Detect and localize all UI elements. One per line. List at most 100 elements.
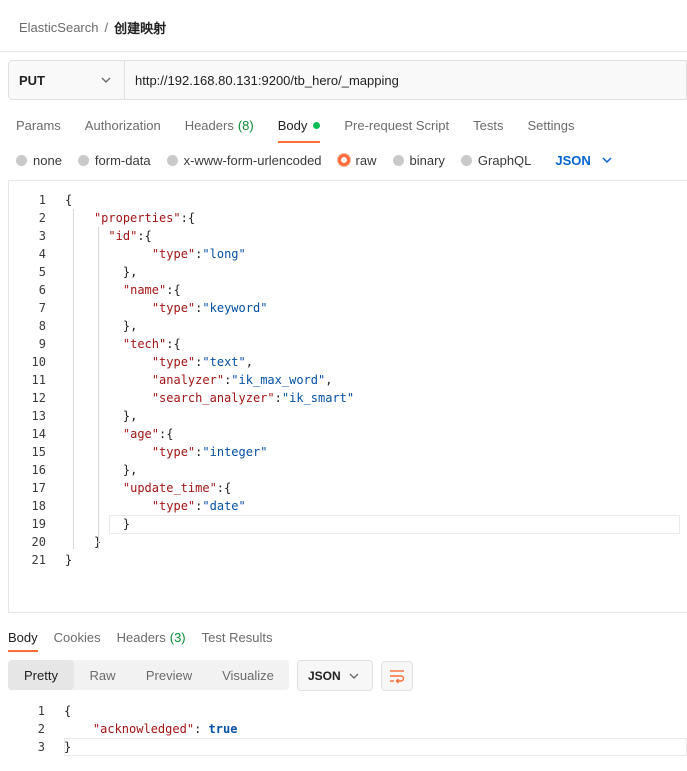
code-line: 7 "type":"keyword" — [9, 299, 687, 317]
code-line: 3 "id":{ — [9, 227, 687, 245]
tab-response-headers[interactable]: Headers (3) — [117, 626, 186, 648]
code-line: 18 "type":"date" — [9, 497, 687, 515]
line-number: 20 — [31, 535, 46, 549]
code-line: 16 }, — [9, 461, 687, 479]
line-number: 9 — [38, 337, 46, 351]
response-line: 3} — [8, 738, 687, 756]
tab-body[interactable]: Body — [277, 114, 321, 143]
tab-response-body[interactable]: Body — [8, 626, 38, 652]
radio-label: raw — [355, 152, 377, 168]
line-number: 1 — [38, 193, 46, 207]
tab-authorization[interactable]: Authorization — [85, 114, 161, 136]
response-body-viewer[interactable]: 1{2 "acknowledged": true 3} — [0, 700, 687, 771]
tab-label: Cookies — [53, 629, 101, 645]
radio-graphql[interactable]: GraphQL — [460, 153, 531, 168]
tab-label: Body — [8, 629, 38, 645]
line-number: 15 — [31, 445, 46, 459]
view-mode-visualize[interactable]: Visualize — [207, 660, 289, 690]
response-headers-count: (3) — [169, 629, 186, 645]
body-type-selector: none form-data x-www-form-urlencoded raw… — [16, 150, 613, 170]
request-name[interactable]: 创建映射 — [114, 18, 166, 37]
line-number: 3 — [38, 229, 46, 243]
request-bar: PUT — [8, 60, 687, 100]
radio-x-www-form-urlencoded[interactable]: x-www-form-urlencoded — [166, 153, 322, 168]
tab-label: Test Results — [201, 629, 273, 645]
header-divider — [0, 51, 687, 52]
method-select[interactable]: PUT — [9, 61, 125, 99]
code-line: 9 "tech":{ — [9, 335, 687, 353]
code-line: 15 "type":"integer" — [9, 443, 687, 461]
method-label: PUT — [19, 72, 45, 88]
radio-circle — [337, 154, 350, 166]
code-line: 12 "search_analyzer":"ik_smart" — [9, 389, 687, 407]
code-text: "acknowledged": true — [92, 722, 238, 736]
breadcrumb: ElasticSearch / 创建映射 — [19, 17, 166, 37]
radio-label: none — [33, 152, 62, 168]
tab-test-results[interactable]: Test Results — [202, 626, 273, 648]
code-text: "tech":{ — [122, 337, 181, 351]
tab-tests[interactable]: Tests — [473, 114, 503, 136]
tab-params[interactable]: Params — [16, 114, 61, 136]
chevron-down-icon — [602, 157, 612, 164]
line-number: 2 — [37, 722, 45, 736]
radio-circle — [166, 154, 178, 166]
tab-label: Authorization — [84, 117, 161, 133]
line-number: 18 — [31, 499, 46, 513]
view-mode-pretty[interactable]: Pretty — [8, 660, 74, 690]
code-text: }, — [122, 463, 138, 477]
line-number: 8 — [38, 319, 46, 333]
code-line: 14 "age":{ — [9, 425, 687, 443]
response-tabs: Body Cookies Headers (3) Test Results — [8, 626, 288, 652]
code-text: } — [65, 535, 101, 549]
code-line: 11 "analyzer":"ik_max_word", — [9, 371, 687, 389]
tab-settings[interactable]: Settings — [527, 114, 574, 136]
wrap-lines-button[interactable] — [381, 661, 413, 691]
tab-label: Settings — [527, 117, 575, 133]
line-number: 10 — [31, 355, 46, 369]
code-line: 10 "type":"text", — [9, 353, 687, 371]
code-text: "search_analyzer":"ik_smart" — [151, 391, 355, 405]
radio-raw[interactable]: raw — [337, 152, 377, 168]
code-text: "type":"date" — [151, 499, 246, 513]
view-mode-raw[interactable]: Raw — [74, 660, 131, 690]
response-format-select[interactable]: JSON — [297, 660, 373, 691]
line-number: 5 — [38, 265, 46, 279]
tab-headers[interactable]: Headers (8) — [185, 114, 254, 136]
code-line: 21} — [9, 551, 687, 569]
code-text: { — [64, 704, 72, 718]
line-number: 1 — [37, 704, 45, 718]
code-text: "properties":{ — [93, 211, 196, 225]
request-tabs: Params Authorization Headers (8) Body Pre… — [16, 114, 598, 143]
code-text: }, — [122, 265, 138, 279]
tab-cookies[interactable]: Cookies — [54, 626, 101, 648]
body-format-select[interactable]: JSON — [555, 153, 612, 168]
code-line: 1{ — [9, 191, 687, 209]
tab-label: Pre-request Script — [344, 117, 450, 133]
tab-label: Tests — [473, 117, 504, 133]
indent-guide — [73, 209, 74, 549]
tab-pre-request-script[interactable]: Pre-request Script — [344, 114, 449, 136]
radio-binary[interactable]: binary — [392, 153, 445, 168]
view-mode-preview[interactable]: Preview — [131, 660, 207, 690]
response-line: 2 "acknowledged": true — [8, 720, 687, 738]
code-text: "type":"integer" — [151, 445, 268, 459]
url-input[interactable] — [125, 61, 686, 99]
radio-form-data[interactable]: form-data — [77, 153, 151, 168]
line-number: 3 — [37, 740, 45, 754]
code-text: "type":"text", — [151, 355, 253, 369]
radio-none[interactable]: none — [16, 153, 62, 168]
code-text: "update_time":{ — [122, 481, 232, 495]
code-text: } — [65, 553, 73, 567]
line-number: 4 — [38, 247, 46, 261]
tab-label: Headers — [116, 629, 166, 645]
code-text: "type":"keyword" — [151, 301, 268, 315]
code-text: "analyzer":"ik_max_word", — [151, 373, 333, 387]
chevron-down-icon — [349, 673, 359, 679]
line-number: 6 — [38, 283, 46, 297]
code-line: 20 } — [9, 533, 687, 551]
wrap-lines-icon — [390, 670, 405, 684]
breadcrumb-collection[interactable]: ElasticSearch — [19, 20, 98, 35]
indent-guide — [98, 227, 99, 549]
code-text: "name":{ — [122, 283, 181, 297]
request-body-editor[interactable]: 1{2 "properties":{3 "id":{4 "type":"long… — [8, 180, 687, 613]
